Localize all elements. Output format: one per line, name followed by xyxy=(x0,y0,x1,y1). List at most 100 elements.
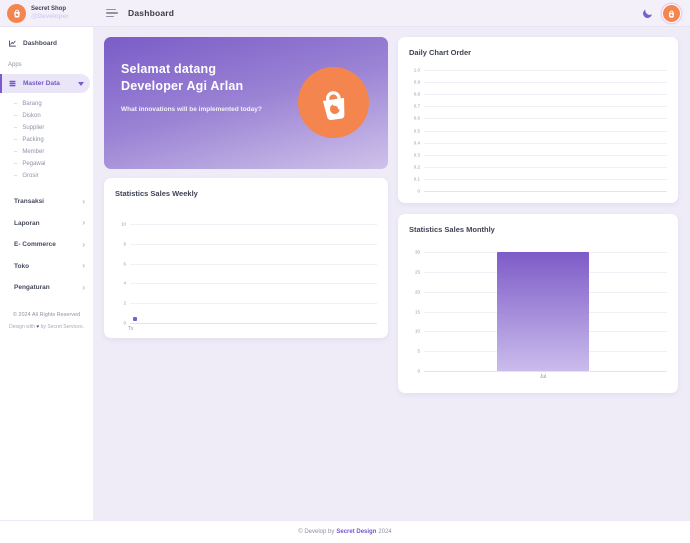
y-axis-tick-label: 30 xyxy=(406,250,420,255)
sidebar-footer: © 2024 All Rights Reserved Design with ♥… xyxy=(0,313,93,331)
gridline xyxy=(424,167,667,168)
y-axis-tick-label: 8 xyxy=(112,241,126,246)
dash-icon: – xyxy=(14,113,17,119)
subitem-label: Diskon xyxy=(22,113,40,119)
sidebar-subitem-barang[interactable]: –Barang xyxy=(0,98,93,110)
moon-icon[interactable] xyxy=(642,7,653,18)
sidebar-item-label: Dashboard xyxy=(23,40,57,47)
gridline xyxy=(130,303,377,304)
gridline xyxy=(130,283,377,284)
y-axis-tick-label: 0.2 xyxy=(406,164,420,169)
sidebar-menu-list: Transaksi › Laporan › E- Commerce› Toko › Penga… xyxy=(0,191,93,299)
sidebar-subitem-packing[interactable]: –Packing xyxy=(0,134,93,146)
chevron-right-icon: › xyxy=(82,219,85,227)
brand-name: Secret Shop xyxy=(31,6,69,13)
y-axis-tick-label: 10 xyxy=(406,329,420,334)
chevron-right-icon: › xyxy=(82,262,85,270)
chart-title: Daily Chart Order xyxy=(398,37,678,57)
shopping-bag-icon xyxy=(298,67,369,138)
page-title: Dashboard xyxy=(128,8,174,18)
y-axis-tick-label: 0 xyxy=(112,321,126,326)
menu-item-label: Pengaturan xyxy=(14,284,50,291)
menu-item-label: Transaksi xyxy=(14,198,44,205)
gridline xyxy=(424,155,667,156)
subitem-label: Supplier xyxy=(22,125,44,131)
dash-icon: – xyxy=(14,161,17,167)
sidebar-item-transaksi[interactable]: Transaksi › xyxy=(0,191,93,213)
shopping-bag-icon xyxy=(7,4,26,23)
sidebar-section-label: Apps xyxy=(0,62,93,68)
y-axis-tick-label: 0 xyxy=(406,189,420,194)
gridline xyxy=(424,371,667,372)
y-axis-tick-label: 0.9 xyxy=(406,80,420,85)
dash-icon: – xyxy=(14,125,17,131)
menu-item-label: Toko xyxy=(14,263,29,270)
copyright-text: © 2024 All Rights Reserved xyxy=(0,313,93,319)
y-axis-tick-label: 25 xyxy=(406,269,420,274)
gridline xyxy=(424,106,667,107)
daily-order-chart: 1.00.90.80.70.60.50.40.30.20.10 xyxy=(406,70,667,191)
sidebar-subitem-supplier[interactable]: –Supplier xyxy=(0,122,93,134)
y-axis-tick-label: 0.4 xyxy=(406,140,420,145)
brand-handle: @Developer xyxy=(31,13,69,20)
y-axis-tick-label: 5 xyxy=(406,349,420,354)
sidebar-subitem-grosir[interactable]: –Grosir xyxy=(0,170,93,182)
weekly-sales-card: Statistics Sales Weekly Tx 10 8 6 4 2 0 xyxy=(104,178,388,338)
sidebar-item-pengaturan[interactable]: Pengaturan› xyxy=(0,277,93,299)
bar-series xyxy=(497,252,589,371)
y-axis-tick-label: 0.1 xyxy=(406,176,420,181)
avatar[interactable] xyxy=(662,4,681,23)
welcome-card: Selamat datang Developer Agi Arlan What … xyxy=(104,37,388,169)
y-axis-tick-label: 0.8 xyxy=(406,92,420,97)
sidebar-item-dashboard[interactable]: Dashboard xyxy=(0,34,93,53)
y-axis-tick-label: 0.7 xyxy=(406,104,420,109)
main-content: Selamat datang Developer Agi Arlan What … xyxy=(93,27,690,520)
dash-icon: – xyxy=(14,101,17,107)
monthly-sales-chart: Jul 302520151050 xyxy=(406,252,667,371)
menu-item-label: E- Commerce xyxy=(14,241,56,248)
y-axis-tick-label: 2 xyxy=(112,301,126,306)
gridline xyxy=(130,264,377,265)
sidebar-item-e-commerce[interactable]: E- Commerce› xyxy=(0,234,93,256)
y-axis-tick-label: 4 xyxy=(112,281,126,286)
x-axis-label: Jul xyxy=(540,374,546,380)
y-axis-tick-label: 15 xyxy=(406,309,420,314)
y-axis-tick-label: 0 xyxy=(406,369,420,374)
subitem-label: Member xyxy=(22,149,44,155)
x-axis-label: Tx xyxy=(128,326,134,332)
subitem-label: Pegawai xyxy=(22,161,45,167)
data-point-marker xyxy=(133,317,137,321)
gridline xyxy=(424,118,667,119)
gridline xyxy=(424,191,667,192)
chart-line-icon xyxy=(8,39,17,48)
hamburger-icon[interactable] xyxy=(106,9,118,18)
chevron-right-icon: › xyxy=(82,198,85,206)
menu-item-label: Laporan xyxy=(14,220,40,227)
gridline xyxy=(424,70,667,71)
gridline xyxy=(130,244,377,245)
gridline xyxy=(424,131,667,132)
page-footer: © Develop by Secret Design 2024 xyxy=(0,520,690,543)
y-axis-tick-label: 0.5 xyxy=(406,128,420,133)
chevron-down-icon xyxy=(78,82,84,86)
monthly-sales-card: Statistics Sales Monthly Jul 30252015105… xyxy=(398,214,678,393)
sidebar-subitem-member[interactable]: –Member xyxy=(0,146,93,158)
footer-brand: Secret Design xyxy=(336,529,376,535)
chart-title: Statistics Sales Weekly xyxy=(104,178,388,198)
sidebar-item-laporan[interactable]: Laporan › xyxy=(0,213,93,235)
sidebar-item-toko[interactable]: Toko › xyxy=(0,256,93,278)
sidebar-subitem-diskon[interactable]: –Diskon xyxy=(0,110,93,122)
sidebar-subitem-pegawai[interactable]: –Pegawai xyxy=(0,158,93,170)
y-axis-tick-label: 6 xyxy=(112,261,126,266)
stacked-bars-icon xyxy=(8,75,17,93)
subitem-label: Barang xyxy=(22,101,41,107)
dash-icon: – xyxy=(14,173,17,179)
heart-icon: ♥ xyxy=(36,324,39,330)
gridline xyxy=(130,323,377,324)
gridline xyxy=(424,179,667,180)
weekly-sales-chart: Tx 1086420 xyxy=(112,224,377,323)
y-axis-tick-label: 10 xyxy=(112,222,126,227)
credit-text: Design with ♥ by Secret Services. xyxy=(0,325,93,330)
sidebar-item-master-data[interactable]: Master Data xyxy=(0,74,90,93)
chart-title: Statistics Sales Monthly xyxy=(398,214,678,234)
